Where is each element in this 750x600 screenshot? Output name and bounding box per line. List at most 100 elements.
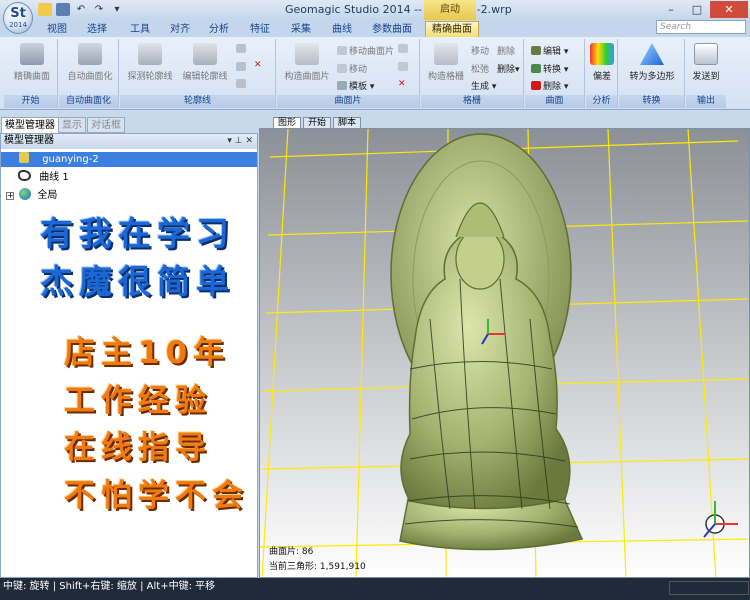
edit-contour-button[interactable]: 编辑轮廓线 [178,43,232,82]
panel-header-buttons[interactable]: ▾ ⊥ ✕ [227,134,253,148]
group-autosurface: 自动曲面化 自动曲面化 [59,39,119,108]
shift-button[interactable]: 移动 [337,62,367,75]
panel-header-title: 模型管理器 [4,135,54,146]
contour-tool-icon-3[interactable] [236,79,248,90]
group-convert-label: 转换 [619,95,684,108]
globe-icon [19,188,32,200]
status-text: 中键: 旋转 | Shift+右键: 缩放 | Alt+中键: 平移 [3,581,216,592]
ribbon-tab-strip: 视图 选择 工具 对齐 分析 特征 采集 曲线 参数曲面 精确曲面 [0,20,750,37]
tab-features[interactable]: 特征 [250,22,270,37]
group-autosurface-label: 自动曲面化 [59,95,118,108]
move-patch-label: 移动曲面片 [349,47,395,57]
construct-patch-icon [295,43,319,65]
tree-item-curve[interactable]: 曲线 1 [1,170,69,185]
exact-surface-icon [20,43,44,65]
grid-generate-button[interactable]: 生成 ▾ [471,79,496,92]
construct-grid-button[interactable]: 构造格栅 [424,43,468,82]
send-to-icon [694,43,718,65]
model-icon [19,152,29,163]
surface-convert-label: 转换 [543,65,562,75]
group-contour-label: 轮廓线 [120,95,275,108]
surface-convert-button[interactable]: 转换 ▾ [531,62,568,75]
context-tab-title: 启动 [424,0,476,20]
surface-delete-button[interactable]: 删除 ▾ [531,79,568,92]
tab-analysis[interactable]: 分析 [209,22,229,37]
minimize-button[interactable]: – [658,1,684,18]
tab-align[interactable]: 对齐 [170,22,190,37]
open-folder-icon[interactable] [38,3,52,16]
tab-view[interactable]: 视图 [47,22,67,37]
panel-tab-strip: 模型管理器 显示 对话框 [0,117,258,133]
tab-tools[interactable]: 工具 [130,22,150,37]
detect-contour-icon [138,43,162,65]
exact-surface-label: 精确曲面 [13,72,50,82]
deviation-button[interactable]: 偏差 [587,43,617,82]
close-button[interactable]: ✕ [710,1,748,18]
tree-item-model-label: guanying-2 [42,154,99,165]
tab-curves[interactable]: 曲线 [332,22,352,37]
application-button[interactable]: St 2014 [3,2,33,34]
undo-icon[interactable]: ↶ [74,3,88,16]
shift-label: 移动 [349,65,368,75]
tree-item-model[interactable]: guanying-2 [1,152,257,167]
to-polygon-button[interactable]: 转为多边形 [622,43,682,82]
tab-capture[interactable]: 采集 [291,22,311,37]
promo-line-1: 有我在学习 [40,214,235,253]
patch-tool-icon-2[interactable] [398,62,410,73]
autosurface-button[interactable]: 自动曲面化 [63,43,117,82]
search-input[interactable]: Search [656,20,746,34]
tab-parametric-surfaces[interactable]: 参数曲面 [372,22,412,37]
panel-header: 模型管理器 ▾ ⊥ ✕ [1,134,257,149]
contour-tool-icon-1[interactable] [236,44,248,55]
tab-select[interactable]: 选择 [87,22,107,37]
expand-icon[interactable]: + [6,192,14,200]
detect-contour-button[interactable]: 探测轮廓线 [123,43,177,82]
tree-item-global[interactable]: + 全局 [1,188,57,203]
delete-contour-icon[interactable]: ✕ [254,60,262,70]
edit-contour-icon [193,43,217,65]
grid-delete-dropdown[interactable]: 删除▾ [497,62,520,75]
edit-contour-label: 编辑轮廓线 [182,72,228,82]
surface-edit-button[interactable]: 编辑 ▾ [531,44,568,57]
tab-dialog[interactable]: 对话框 [87,117,125,133]
tab-display[interactable]: 显示 [58,117,86,133]
grid-delete-label: 删除 [497,47,516,57]
redo-icon[interactable]: ↷ [92,3,106,16]
delete-patch-icon[interactable]: ✕ [398,79,406,89]
quick-access-toolbar: ↶ ↷ ▾ [38,3,124,16]
grid-move-button[interactable]: 移动 [471,44,489,57]
window-controls: – □ ✕ [658,1,748,18]
group-patch-label: 曲面片 [277,95,419,108]
maximize-button[interactable]: □ [684,1,710,18]
send-to-button[interactable]: 发送到 [687,43,725,82]
polygon-icon [640,43,664,65]
qat-dropdown-icon[interactable]: ▾ [110,3,124,16]
group-grid-label: 格栅 [421,95,523,108]
promo-line-6: 不怕学不会 [64,478,249,514]
view-axis-triad [703,501,738,538]
grid-relax-label: 松弛 [471,65,490,75]
autosurface-label: 自动曲面化 [67,72,113,82]
tree-item-global-label: 全局 [37,190,58,201]
tab-exact-surfaces[interactable]: 精确曲面 [425,21,479,37]
template-button[interactable]: 模板 ▾ [337,79,374,92]
graphics-viewport[interactable]: 曲面片: 86 当前三角形: 1,591,910 [259,128,750,578]
detect-contour-label: 探测轮廓线 [127,72,173,82]
grid-relax-button[interactable]: 松弛 [471,62,489,75]
patch-tool-icon-1[interactable] [398,44,410,55]
save-icon[interactable] [56,3,70,16]
to-polygon-label: 转为多边形 [629,72,675,82]
grid-delete-button[interactable]: 删除 [497,44,515,57]
surface-delete-label: 删除 [543,82,562,92]
group-patch: 构造曲面片 移动曲面片 移动 模板 ▾ ✕ 曲面片 [277,39,420,108]
tree-item-curve-label: 曲线 1 [39,172,69,183]
exact-surface-button[interactable]: 精确曲面 [10,43,54,82]
move-patch-button[interactable]: 移动曲面片 [337,44,394,57]
contour-tool-icon-2[interactable] [236,62,248,73]
status-bar: 中键: 旋转 | Shift+右键: 缩放 | Alt+中键: 平移 [0,578,750,600]
promo-line-3: 店主10年 [64,335,231,371]
promo-line-2: 杰魔很简单 [40,262,235,301]
construct-patch-button[interactable]: 构造曲面片 [280,43,334,82]
viewport-scene [260,129,749,577]
tab-model-manager[interactable]: 模型管理器 [1,117,59,133]
